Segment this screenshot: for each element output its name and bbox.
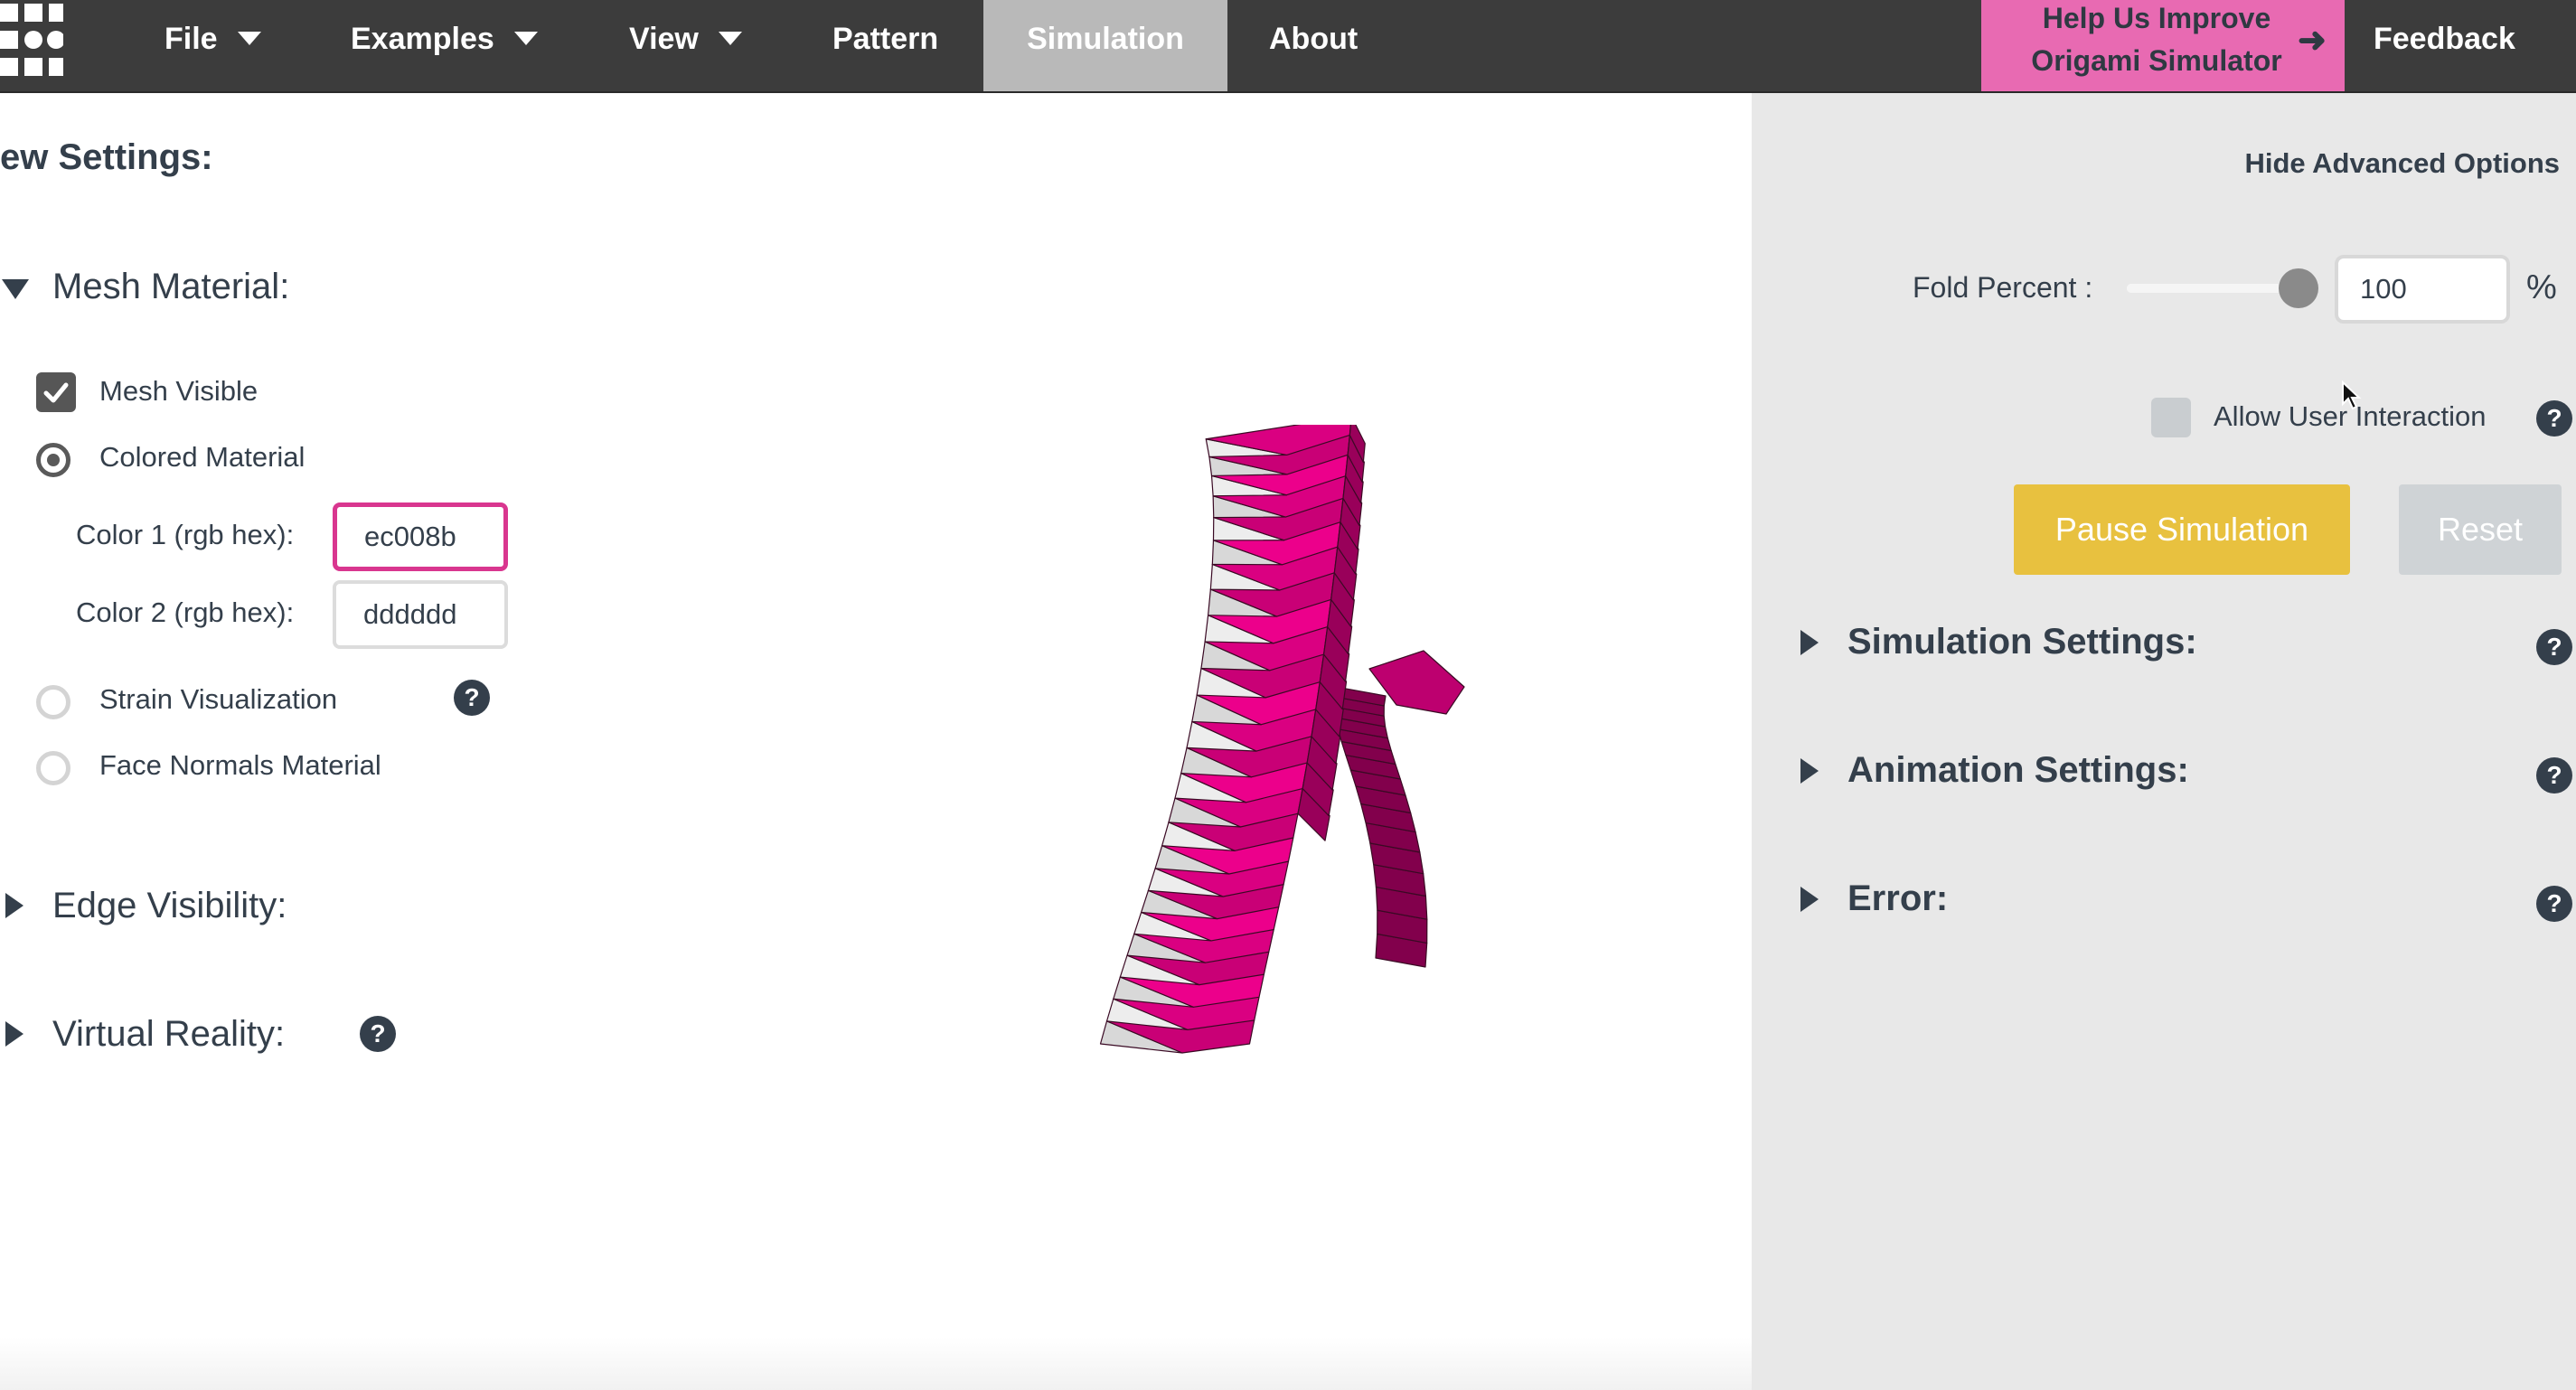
nav-examples-label: Examples bbox=[351, 22, 494, 56]
strain-visualization-label: Strain Visualization bbox=[99, 683, 338, 715]
help-improve-button[interactable]: Help Us Improve Origami Simulator ➜ bbox=[1981, 0, 2345, 91]
help-icon[interactable]: ? bbox=[2536, 400, 2572, 437]
nav-pattern[interactable]: Pattern bbox=[832, 0, 938, 91]
slider-thumb[interactable] bbox=[2279, 268, 2318, 308]
help-improve-line2: Origami Simulator bbox=[2031, 44, 2282, 77]
nav-file-label: File bbox=[165, 22, 218, 56]
strain-visualization-radio[interactable] bbox=[36, 685, 71, 719]
colored-material-radio[interactable] bbox=[36, 443, 71, 477]
face-normals-label: Face Normals Material bbox=[99, 749, 381, 781]
expand-triangle-icon[interactable] bbox=[1800, 630, 1819, 655]
allow-user-interaction-checkbox[interactable] bbox=[2151, 398, 2191, 437]
virtual-reality-heading[interactable]: Virtual Reality: bbox=[52, 1014, 285, 1055]
percent-unit: % bbox=[2526, 268, 2557, 306]
app-logo-icon[interactable] bbox=[0, 0, 63, 81]
expand-triangle-icon[interactable] bbox=[1800, 887, 1819, 912]
fold-percent-label: Fold Percent : bbox=[1913, 271, 2093, 304]
mouse-cursor-icon bbox=[2342, 380, 2362, 410]
mesh-visible-label: Mesh Visible bbox=[99, 375, 259, 407]
help-icon[interactable]: ? bbox=[360, 1016, 396, 1052]
nav-feedback[interactable]: Feedback bbox=[2374, 0, 2515, 91]
hide-advanced-options-link[interactable]: Hide Advanced Options bbox=[2244, 147, 2560, 180]
expand-triangle-icon[interactable] bbox=[5, 1021, 24, 1047]
colored-material-label: Colored Material bbox=[99, 441, 306, 473]
edge-visibility-heading[interactable]: Edge Visibility: bbox=[52, 886, 287, 926]
nav-about[interactable]: About bbox=[1269, 0, 1358, 91]
nav-view-menu[interactable]: View bbox=[629, 0, 742, 91]
chevron-down-icon bbox=[718, 31, 742, 45]
help-icon[interactable]: ? bbox=[2536, 886, 2572, 922]
nav-view-label: View bbox=[629, 22, 699, 56]
expand-triangle-icon[interactable] bbox=[5, 893, 24, 918]
color1-input[interactable] bbox=[333, 502, 508, 571]
reset-button[interactable]: Reset bbox=[2399, 484, 2562, 575]
expand-triangle-icon[interactable] bbox=[1800, 758, 1819, 784]
nav-simulation-tab[interactable]: Simulation bbox=[983, 0, 1227, 91]
help-improve-line1: Help Us Improve bbox=[2042, 2, 2271, 34]
fold-percent-input[interactable] bbox=[2335, 255, 2510, 324]
mesh-visible-checkbox[interactable] bbox=[36, 372, 76, 412]
arrow-right-icon: ➜ bbox=[2298, 22, 2327, 60]
face-normals-radio[interactable] bbox=[36, 751, 71, 785]
origami-model bbox=[1099, 425, 1465, 1054]
help-icon[interactable]: ? bbox=[454, 680, 490, 716]
color2-label: Color 2 (rgb hex): bbox=[76, 596, 295, 628]
nav-examples-menu[interactable]: Examples bbox=[351, 0, 538, 91]
help-icon[interactable]: ? bbox=[2536, 629, 2572, 665]
animation-settings-heading[interactable]: Animation Settings: bbox=[1847, 750, 2189, 791]
help-icon[interactable]: ? bbox=[2536, 757, 2572, 794]
mesh-material-heading[interactable]: Mesh Material: bbox=[52, 267, 289, 307]
chevron-down-icon bbox=[513, 31, 538, 45]
pause-simulation-button[interactable]: Pause Simulation bbox=[2014, 484, 2350, 575]
fold-percent-slider[interactable] bbox=[2127, 268, 2318, 308]
collapse-triangle-icon[interactable] bbox=[2, 279, 29, 299]
checkmark-icon bbox=[43, 382, 69, 403]
nav-file-menu[interactable]: File bbox=[165, 0, 261, 91]
color1-label: Color 1 (rgb hex): bbox=[76, 519, 295, 550]
view-settings-title: ew Settings: bbox=[0, 137, 213, 177]
color2-input[interactable] bbox=[333, 580, 508, 649]
top-navbar: File Examples View Pattern Simulation Ab… bbox=[0, 0, 2576, 93]
advanced-options-panel: Hide Advanced Options Fold Percent : % A… bbox=[1752, 93, 2576, 1390]
simulation-settings-heading[interactable]: Simulation Settings: bbox=[1847, 622, 2197, 662]
origami-3d-viewport[interactable] bbox=[1076, 425, 1482, 1075]
error-heading[interactable]: Error: bbox=[1847, 878, 1948, 919]
viewport-floor bbox=[0, 1338, 1752, 1390]
chevron-down-icon bbox=[237, 31, 261, 45]
slider-track-fill bbox=[2127, 284, 2297, 293]
